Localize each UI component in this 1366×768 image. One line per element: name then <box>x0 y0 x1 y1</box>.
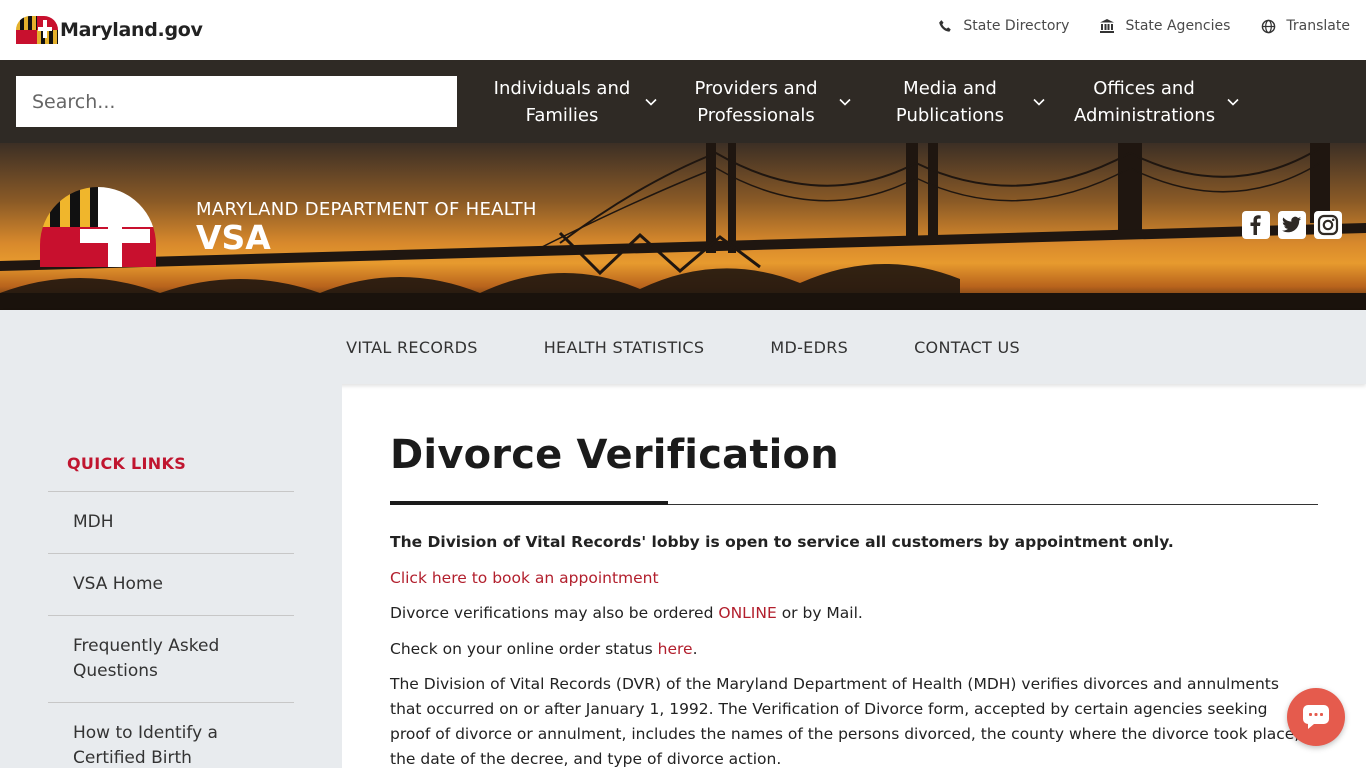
nav-label-line1: Providers and <box>694 77 818 99</box>
quick-links-list: MDH VSA Home Frequently Asked Questions … <box>48 491 294 768</box>
nav-item-label: Media and Publications <box>880 75 1020 129</box>
nav-label-line1: Offices and <box>1093 77 1195 99</box>
nav-label-line1: Individuals and <box>493 77 631 99</box>
state-directory-link[interactable]: State Directory <box>937 18 1069 34</box>
nav-label-line2: Administrations <box>1074 104 1216 126</box>
quick-link-identify-birth-certificate[interactable]: How to Identify a Certified Birth <box>48 702 294 768</box>
title-divider-accent <box>390 501 668 505</box>
lobby-notice: The Division of Vital Records' lobby is … <box>390 533 1174 551</box>
status-text-after: . <box>692 639 698 658</box>
translate-label: Translate <box>1286 18 1350 34</box>
translate-link[interactable]: Translate <box>1260 18 1350 34</box>
department-name: MARYLAND DEPARTMENT OF HEALTH <box>196 199 537 220</box>
online-order-link[interactable]: ONLINE <box>718 604 776 622</box>
quick-link-mdh[interactable]: MDH <box>48 491 294 553</box>
nav-item-individuals-families[interactable]: Individuals and Families <box>478 60 672 143</box>
agency-name[interactable]: MARYLAND DEPARTMENT OF HEALTH VSA <box>196 199 537 257</box>
order-text-after: or by Mail. <box>776 604 863 622</box>
subnav-vital-records[interactable]: VITAL RECORDS <box>346 338 478 357</box>
state-agencies-label: State Agencies <box>1125 18 1231 34</box>
status-paragraph: Check on your online order status here. <box>390 637 1318 662</box>
utility-links: State Directory State Agencies Translate <box>937 18 1350 34</box>
subnav-contact-us[interactable]: CONTACT US <box>914 338 1020 357</box>
article-body: The Division of Vital Records' lobby is … <box>390 530 1318 768</box>
nav-label-line2: Professionals <box>697 104 815 126</box>
nav-menu: Individuals and Families Providers and Pro… <box>478 60 1254 143</box>
unit-name: VSA <box>196 218 271 257</box>
quick-link-vsa-home[interactable]: VSA Home <box>48 553 294 615</box>
order-text-before: Divorce verifications may also be ordere… <box>390 604 719 622</box>
chat-bubble-icon <box>1303 705 1329 729</box>
state-agencies-link[interactable]: State Agencies <box>1099 18 1230 34</box>
secondary-navigation: VITAL RECORDS HEALTH STATISTICS MD-EDRS … <box>0 310 1366 384</box>
top-utility-bar: Maryland.gov State Directory State Agenc… <box>0 0 1366 60</box>
description-paragraph: The Division of Vital Records (DVR) of t… <box>390 675 1300 768</box>
order-status-link[interactable]: here <box>658 640 693 658</box>
chevron-down-icon <box>1227 98 1239 106</box>
nav-label-line1: Media and <box>903 77 997 99</box>
quick-link-faq[interactable]: Frequently Asked Questions <box>48 615 294 702</box>
nav-item-label: Offices and Administrations <box>1074 75 1216 129</box>
quick-links-title: QUICK LINKS <box>67 454 187 473</box>
nav-item-label: Providers and Professionals <box>686 75 826 129</box>
facebook-icon[interactable] <box>1242 211 1270 239</box>
nav-item-media-publications[interactable]: Media and Publications <box>866 60 1060 143</box>
page-title: Divorce Verification <box>390 432 839 478</box>
state-directory-label: State Directory <box>963 18 1070 34</box>
building-icon <box>1099 18 1115 34</box>
social-links <box>1242 211 1342 239</box>
chat-button[interactable] <box>1287 688 1345 746</box>
chevron-down-icon <box>1033 98 1045 106</box>
subnav-health-statistics[interactable]: HEALTH STATISTICS <box>544 338 705 357</box>
nav-label-line2: Publications <box>895 104 1005 126</box>
appointment-paragraph: Click here to book an appointment <box>390 566 1318 591</box>
twitter-icon[interactable] <box>1278 211 1306 239</box>
globe-icon <box>1260 18 1276 34</box>
nav-item-offices-administrations[interactable]: Offices and Administrations <box>1060 60 1254 143</box>
maryland-flag-icon <box>16 16 58 44</box>
nav-item-providers-professionals[interactable]: Providers and Professionals <box>672 60 866 143</box>
mdh-logo[interactable] <box>40 187 156 267</box>
search-input[interactable] <box>16 76 457 127</box>
book-appointment-link[interactable]: Click here to book an appointment <box>390 569 659 587</box>
sidebar: QUICK LINKS MDH VSA Home Frequently Aske… <box>0 384 342 768</box>
instagram-icon[interactable] <box>1314 211 1342 239</box>
nav-label-line2: Families <box>525 104 599 126</box>
status-text-before: Check on your online order status <box>390 639 658 658</box>
hero-banner: MARYLAND DEPARTMENT OF HEALTH VSA <box>0 143 1366 310</box>
subnav-md-edrs[interactable]: MD-EDRS <box>770 338 848 357</box>
chevron-down-icon <box>839 98 851 106</box>
maryland-gov-logo-text: Maryland.gov <box>60 19 203 41</box>
main-navigation: Individuals andFamilies Providers andPro… <box>0 60 1366 143</box>
chevron-down-icon <box>645 98 657 106</box>
maryland-gov-logo[interactable]: Maryland.gov <box>16 16 203 44</box>
nav-item-label: Individuals and Families <box>492 75 632 129</box>
phone-icon <box>937 18 953 34</box>
order-paragraph: Divorce verifications may also be ordere… <box>390 601 1318 626</box>
